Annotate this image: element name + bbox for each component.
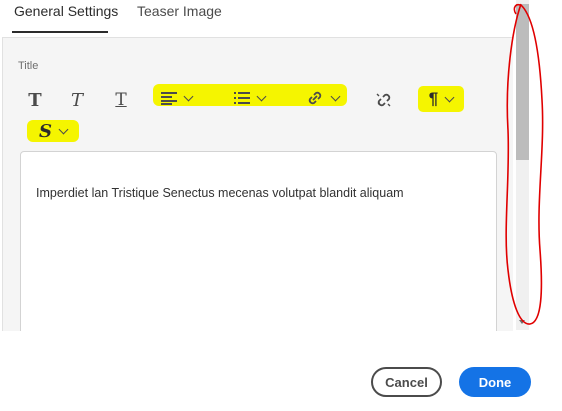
editor-content[interactable]: Imperdiet lan Tristique Senectus mecenas… bbox=[36, 186, 404, 200]
underline-icon: T bbox=[115, 90, 127, 110]
link-icon bbox=[308, 91, 321, 105]
list-dropdown[interactable] bbox=[228, 86, 270, 110]
title-field-label: Title bbox=[18, 60, 39, 72]
chevron-down-icon bbox=[256, 91, 266, 101]
align-icon bbox=[160, 92, 177, 105]
scrollbar-thumb[interactable] bbox=[516, 4, 529, 160]
italic-icon: T bbox=[70, 89, 83, 111]
bold-icon: T bbox=[28, 89, 42, 111]
tab-bar: General Settings Teaser Image bbox=[0, 0, 500, 36]
paragraph-icon: ¶ bbox=[428, 89, 439, 108]
chevron-down-icon bbox=[330, 91, 340, 101]
tab-teaser-image[interactable]: Teaser Image bbox=[137, 2, 222, 20]
scroll-down-arrow-icon[interactable] bbox=[519, 320, 525, 324]
paragraph-dropdown[interactable]: ¶ bbox=[418, 87, 464, 111]
align-dropdown[interactable] bbox=[155, 86, 197, 110]
chevron-down-icon bbox=[444, 92, 455, 102]
unlink-icon bbox=[376, 93, 391, 107]
chevron-down-icon bbox=[58, 124, 69, 134]
italic-button[interactable]: T bbox=[66, 88, 88, 112]
active-tab-indicator bbox=[12, 31, 108, 33]
underline-button[interactable]: T bbox=[110, 88, 132, 112]
chevron-down-icon bbox=[183, 91, 193, 101]
done-button[interactable]: Done bbox=[459, 367, 531, 397]
bold-button[interactable]: T bbox=[24, 88, 46, 112]
cancel-button[interactable]: Cancel bbox=[371, 367, 442, 397]
link-dropdown[interactable] bbox=[300, 86, 344, 110]
style-icon: S bbox=[39, 120, 52, 142]
unlink-button[interactable] bbox=[373, 88, 395, 112]
list-icon bbox=[233, 92, 250, 104]
style-dropdown[interactable]: S bbox=[30, 119, 76, 143]
tab-general-settings[interactable]: General Settings bbox=[14, 2, 118, 20]
rich-text-editor[interactable]: Imperdiet lan Tristique Senectus mecenas… bbox=[20, 151, 497, 343]
